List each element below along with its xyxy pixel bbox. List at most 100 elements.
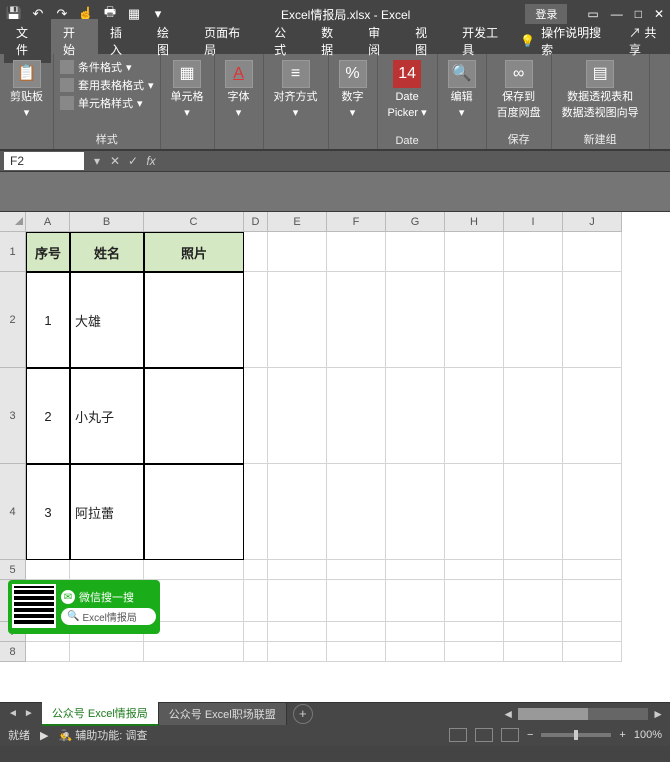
zoom-out-button[interactable]: −: [527, 729, 533, 741]
col-header-F[interactable]: F: [327, 212, 386, 232]
save-cloud-button[interactable]: ∞保存到百度网盘: [493, 58, 545, 122]
cell-photo-3[interactable]: [144, 464, 244, 560]
cell[interactable]: [144, 560, 244, 580]
cell-seq-2[interactable]: 2: [26, 368, 70, 464]
header-photo[interactable]: 照片: [144, 232, 244, 272]
cancel-icon[interactable]: ✕: [106, 154, 124, 168]
horizontal-scrollbar[interactable]: ◄ ►: [313, 707, 670, 721]
cell[interactable]: [268, 622, 327, 642]
col-header-J[interactable]: J: [563, 212, 622, 232]
cell[interactable]: [445, 464, 504, 560]
cell[interactable]: [386, 272, 445, 368]
cell[interactable]: [268, 642, 327, 662]
row-header-4[interactable]: 4: [0, 464, 26, 560]
view-break-button[interactable]: [501, 728, 519, 742]
cell[interactable]: [244, 580, 268, 622]
zoom-in-button[interactable]: +: [619, 729, 625, 741]
cells-button[interactable]: ▦单元格▾: [167, 58, 208, 122]
tell-me[interactable]: 操作说明搜索: [541, 24, 609, 58]
cell[interactable]: [386, 368, 445, 464]
formula-bar[interactable]: [160, 152, 670, 170]
cell-name-2[interactable]: 小丸子: [70, 368, 144, 464]
table-format-button[interactable]: 套用表格格式 ▾: [60, 76, 154, 94]
cell-seq-1[interactable]: 1: [26, 272, 70, 368]
cell[interactable]: [327, 580, 386, 622]
fx-icon[interactable]: fx: [142, 154, 160, 168]
cell[interactable]: [26, 642, 70, 662]
cell[interactable]: [144, 642, 244, 662]
cell[interactable]: [327, 464, 386, 560]
cell-seq-3[interactable]: 3: [26, 464, 70, 560]
cell[interactable]: [504, 642, 563, 662]
cell[interactable]: [327, 642, 386, 662]
accessibility-status[interactable]: 🕵 辅助功能: 调查: [58, 727, 147, 743]
cell[interactable]: [268, 368, 327, 464]
cell[interactable]: [244, 622, 268, 642]
row-header-1[interactable]: 1: [0, 232, 26, 272]
cell[interactable]: [244, 232, 268, 272]
cell[interactable]: [563, 232, 622, 272]
col-header-I[interactable]: I: [504, 212, 563, 232]
cell[interactable]: [327, 368, 386, 464]
col-header-A[interactable]: A: [26, 212, 70, 232]
col-header-B[interactable]: B: [70, 212, 144, 232]
cell[interactable]: [70, 642, 144, 662]
cell[interactable]: [244, 642, 268, 662]
cell[interactable]: [504, 272, 563, 368]
cell[interactable]: [70, 560, 144, 580]
cell[interactable]: [268, 580, 327, 622]
pivot-button[interactable]: ▤数据透视表和数据透视图向导: [558, 58, 643, 122]
row-header-5[interactable]: 5: [0, 560, 26, 580]
header-name[interactable]: 姓名: [70, 232, 144, 272]
cell[interactable]: [386, 642, 445, 662]
col-header-D[interactable]: D: [244, 212, 268, 232]
cell[interactable]: [563, 272, 622, 368]
row-header-8[interactable]: 8: [0, 642, 26, 662]
cell-photo-1[interactable]: [144, 272, 244, 368]
view-normal-button[interactable]: [449, 728, 467, 742]
cell[interactable]: [386, 464, 445, 560]
cell[interactable]: [445, 622, 504, 642]
col-header-C[interactable]: C: [144, 212, 244, 232]
cell[interactable]: [386, 232, 445, 272]
conditional-format-button[interactable]: 条件格式 ▾: [60, 58, 154, 76]
cell[interactable]: [563, 580, 622, 622]
cell[interactable]: [268, 560, 327, 580]
cell[interactable]: [327, 560, 386, 580]
cell[interactable]: [386, 622, 445, 642]
cell[interactable]: [504, 368, 563, 464]
cell[interactable]: [504, 464, 563, 560]
cell[interactable]: [504, 622, 563, 642]
cell[interactable]: [445, 642, 504, 662]
minimize-icon[interactable]: —: [611, 7, 623, 21]
cell[interactable]: [268, 272, 327, 368]
align-button[interactable]: ≡对齐方式▾: [270, 58, 322, 122]
cell[interactable]: [268, 232, 327, 272]
cell[interactable]: [504, 560, 563, 580]
cell[interactable]: [268, 464, 327, 560]
cell[interactable]: [445, 232, 504, 272]
cell[interactable]: [327, 272, 386, 368]
cell-style-button[interactable]: 单元格样式 ▾: [60, 94, 154, 112]
cell[interactable]: [445, 272, 504, 368]
select-all-corner[interactable]: [0, 212, 26, 232]
cell[interactable]: [563, 560, 622, 580]
cell[interactable]: [504, 232, 563, 272]
macro-record-icon[interactable]: ▶: [40, 729, 48, 742]
close-icon[interactable]: ✕: [654, 7, 664, 21]
cell[interactable]: [563, 622, 622, 642]
cell[interactable]: [327, 622, 386, 642]
sheet-tab-1[interactable]: 公众号 Excel情报局: [42, 702, 159, 726]
cell[interactable]: [445, 580, 504, 622]
number-button[interactable]: %数字▾: [335, 58, 371, 122]
font-button[interactable]: A字体▾: [221, 58, 257, 122]
zoom-slider[interactable]: [541, 733, 611, 737]
header-seq[interactable]: 序号: [26, 232, 70, 272]
ribbon-options-icon[interactable]: ▭: [587, 7, 598, 21]
row-header-3[interactable]: 3: [0, 368, 26, 464]
cell[interactable]: [244, 272, 268, 368]
login-button[interactable]: 登录: [525, 4, 567, 24]
name-box[interactable]: F2: [4, 152, 84, 170]
cell[interactable]: [563, 464, 622, 560]
share-button[interactable]: ↗ 共享: [629, 24, 666, 58]
